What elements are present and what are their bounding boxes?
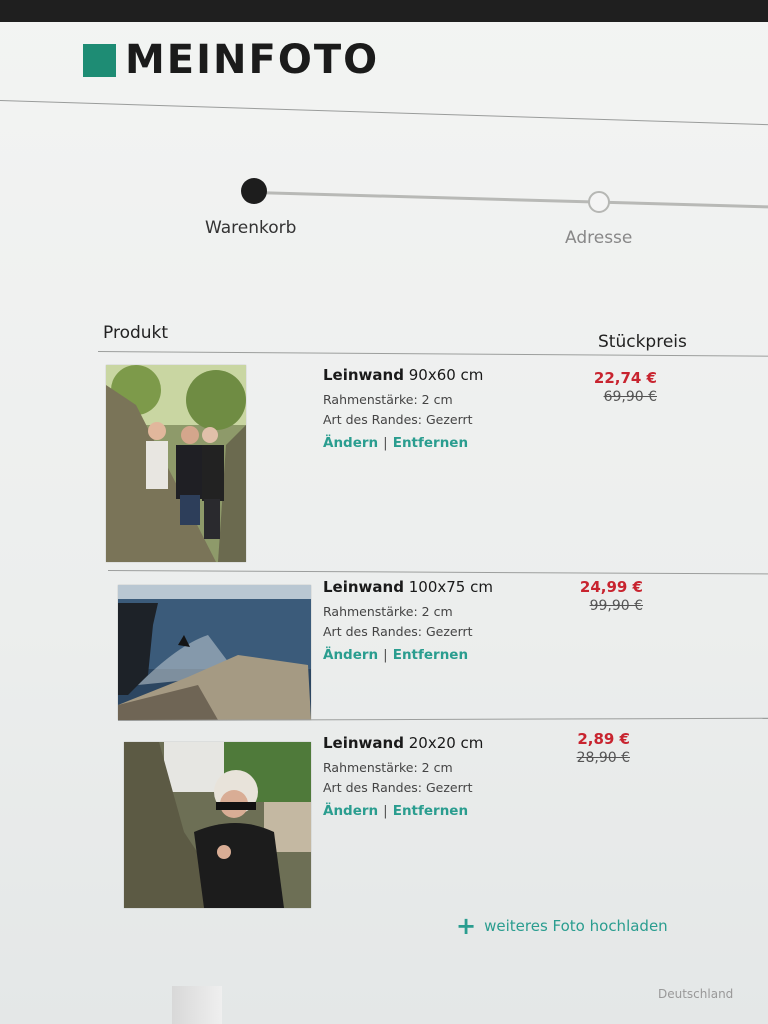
edit-item-link[interactable]: Ändern	[323, 435, 378, 451]
site-logo[interactable]: MEINFOTO	[83, 40, 379, 80]
upload-another-photo-button[interactable]: + weiteres Foto hochladen	[456, 912, 668, 940]
original-price: 69,90 €	[603, 389, 657, 405]
item-edge-type: Art des Randes: Gezerrt	[323, 624, 473, 639]
photo-sea-cliff-icon	[118, 585, 311, 720]
item-price-2: 24,99 € 99,90 €	[543, 578, 643, 614]
column-header-unit-price: Stückpreis	[598, 332, 687, 352]
item-actions: Ändern | Entfernen	[323, 803, 563, 819]
action-separator: |	[383, 435, 388, 451]
step-cart-label: Warenkorb	[205, 218, 297, 238]
column-header-product: Produkt	[103, 323, 169, 343]
item-edge-type: Art des Randes: Gezerrt	[323, 780, 473, 795]
item-actions: Ändern | Entfernen	[323, 435, 563, 451]
item-title: Leinwand 20x20 cm	[323, 734, 484, 752]
header-divider	[0, 100, 768, 126]
shipping-country-select[interactable]: Deutschland	[658, 987, 733, 1001]
promo-banner[interactable]	[0, 0, 768, 22]
item-edge-type: Art des Randes: Gezerrt	[323, 412, 473, 427]
edit-item-link[interactable]: Ändern	[323, 803, 378, 819]
current-price: 2,89 €	[577, 730, 630, 748]
logo-square-icon	[83, 43, 116, 77]
step-address-dot	[588, 191, 610, 213]
item-frame-thickness: Rahmenstärke: 2 cm	[323, 604, 453, 619]
action-separator: |	[383, 803, 388, 819]
item-divider	[107, 570, 768, 575]
step-address-label: Adresse	[565, 228, 633, 248]
cart-item-2: Leinwand 100x75 cm Rahmenstärke: 2 cm Ar…	[323, 578, 563, 663]
action-separator: |	[383, 647, 388, 663]
plus-icon: +	[456, 912, 477, 940]
photo-woman-behind-tree-icon	[124, 742, 311, 908]
original-price: 99,90 €	[589, 598, 643, 614]
photo-three-people-icon	[106, 365, 246, 562]
item-price-1: 22,74 € 69,90 €	[557, 369, 657, 405]
item-thumbnail-1[interactable]	[106, 365, 246, 562]
original-price: 28,90 €	[576, 750, 630, 766]
remove-item-link[interactable]: Entfernen	[393, 647, 468, 663]
item-title: Leinwand 90x60 cm	[323, 366, 484, 384]
step-cart-dot	[241, 178, 267, 204]
remove-item-link[interactable]: Entfernen	[393, 803, 468, 819]
cart-item-1: Leinwand 90x60 cm Rahmenstärke: 2 cm Art…	[323, 366, 563, 451]
item-thumbnail-3[interactable]	[124, 742, 311, 908]
cart-item-3: Leinwand 20x20 cm Rahmenstärke: 2 cm Art…	[323, 734, 563, 819]
item-thumbnail-2[interactable]	[118, 585, 311, 720]
checkout-progress-track	[253, 191, 768, 209]
remove-item-link[interactable]: Entfernen	[393, 435, 468, 451]
item-title: Leinwand 100x75 cm	[323, 578, 493, 596]
item-frame-thickness: Rahmenstärke: 2 cm	[323, 760, 453, 775]
current-price: 22,74 €	[593, 369, 657, 387]
upload-label: weiteres Foto hochladen	[484, 917, 668, 935]
current-price: 24,99 €	[579, 578, 643, 596]
item-price-3: 2,89 € 28,90 €	[530, 730, 630, 766]
recommendation-thumbnail[interactable]	[172, 986, 222, 1024]
edit-item-link[interactable]: Ändern	[323, 647, 378, 663]
item-frame-thickness: Rahmenstärke: 2 cm	[323, 392, 453, 407]
item-actions: Ändern | Entfernen	[323, 647, 563, 663]
brand-name: MEINFOTO	[125, 37, 380, 83]
